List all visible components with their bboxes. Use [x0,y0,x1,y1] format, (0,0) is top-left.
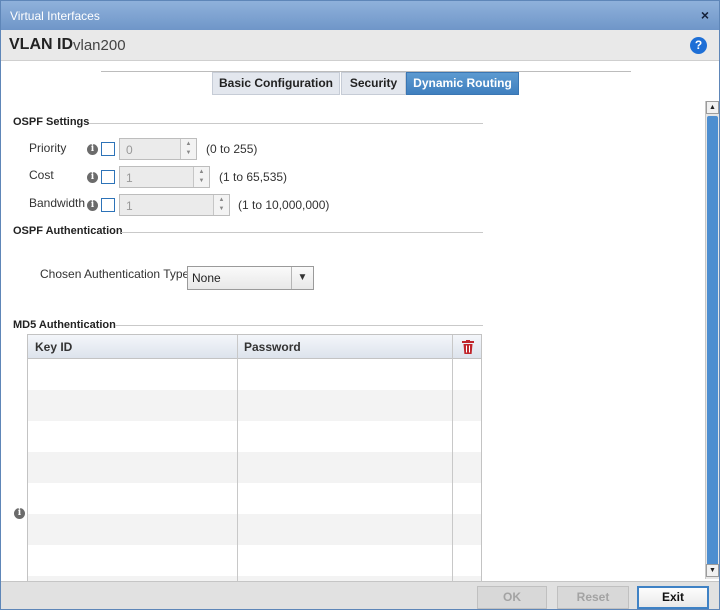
priority-stepper[interactable]: 0 ▲ ▼ [119,138,197,160]
bandwidth-range: (1 to 10,000,000) [238,198,330,212]
spin-up-icon[interactable]: ▲ [194,168,209,177]
priority-range: (0 to 255) [206,142,258,156]
cost-stepper[interactable]: 1 ▲ ▼ [119,166,210,188]
md5-info-icon[interactable]: i [14,508,25,519]
table-row[interactable] [28,421,481,452]
cost-label: Cost [29,168,54,182]
vertical-scrollbar[interactable]: ▲ ▼ [705,101,719,579]
table-row[interactable] [28,359,481,390]
spin-up-icon[interactable]: ▲ [214,196,229,205]
table-row[interactable] [28,390,481,421]
bandwidth-override-checkbox[interactable] [101,198,115,212]
spin-up-icon[interactable]: ▲ [181,140,196,149]
table-row[interactable] [28,452,481,483]
ospf-settings-divider [89,123,483,124]
bandwidth-value: 1 [126,199,133,213]
scroll-up-icon[interactable]: ▲ [706,101,719,114]
table-row[interactable] [28,514,481,545]
close-icon[interactable]: × [701,7,709,23]
exit-button[interactable]: Exit [637,586,709,609]
reset-button[interactable]: Reset [557,586,629,609]
table-header: Key ID Password [28,335,481,359]
vlan-id-value: vlan200 [73,37,126,54]
priority-info-icon[interactable]: i [87,144,98,155]
spin-down-icon[interactable]: ▼ [181,149,196,158]
authentication-type-value: None [192,271,221,285]
spin-down-icon[interactable]: ▼ [214,205,229,214]
ospf-authentication-divider [121,232,483,233]
tab-security[interactable]: Security [341,72,406,95]
column-divider [452,335,453,581]
column-key-id[interactable]: Key ID [35,340,72,354]
bandwidth-stepper[interactable]: 1 ▲ ▼ [119,194,230,216]
bandwidth-spin-buttons[interactable]: ▲ ▼ [213,195,229,215]
tab-basic-configuration[interactable]: Basic Configuration [212,72,340,95]
ospf-settings-title: OSPF Settings [13,116,90,128]
cost-info-icon[interactable]: i [87,172,98,183]
column-divider [237,335,238,581]
cost-spin-buttons[interactable]: ▲ ▼ [193,167,209,187]
chevron-down-icon[interactable]: ▼ [291,267,313,289]
spin-down-icon[interactable]: ▼ [194,177,209,186]
authentication-type-label: Chosen Authentication Type [40,267,190,281]
title-bar: Virtual Interfaces × [1,1,719,30]
ok-button[interactable]: OK [477,586,547,609]
trash-icon[interactable] [462,340,474,354]
virtual-interfaces-dialog: Virtual Interfaces × VLAN ID vlan200 ? B… [0,0,720,610]
cost-override-checkbox[interactable] [101,170,115,184]
table-row[interactable] [28,545,481,576]
vlan-header: VLAN ID vlan200 ? [1,30,719,61]
priority-override-checkbox[interactable] [101,142,115,156]
ospf-authentication-title: OSPF Authentication [13,225,123,237]
authentication-type-select[interactable]: None ▼ [187,266,314,290]
window-title: Virtual Interfaces [10,9,100,23]
md5-authentication-title: MD5 Authentication [13,319,116,331]
md5-key-table: Key ID Password [27,334,482,582]
cost-range: (1 to 65,535) [219,170,288,184]
scrollbar-thumb[interactable] [707,116,718,568]
column-password[interactable]: Password [244,340,301,354]
tab-dynamic-routing[interactable]: Dynamic Routing [406,72,519,95]
priority-label: Priority [29,141,67,155]
cost-value: 1 [126,171,133,185]
help-icon[interactable]: ? [690,37,707,54]
bandwidth-label: Bandwidth [29,196,86,210]
md5-authentication-divider [115,325,483,326]
priority-spin-buttons[interactable]: ▲ ▼ [180,139,196,159]
dialog-footer: OK Reset Exit [1,581,719,609]
scroll-down-icon[interactable]: ▼ [706,564,719,577]
priority-value: 0 [126,143,133,157]
bandwidth-info-icon[interactable]: i [87,200,98,211]
table-row[interactable] [28,483,481,514]
vlan-id-label: VLAN ID [9,36,73,53]
